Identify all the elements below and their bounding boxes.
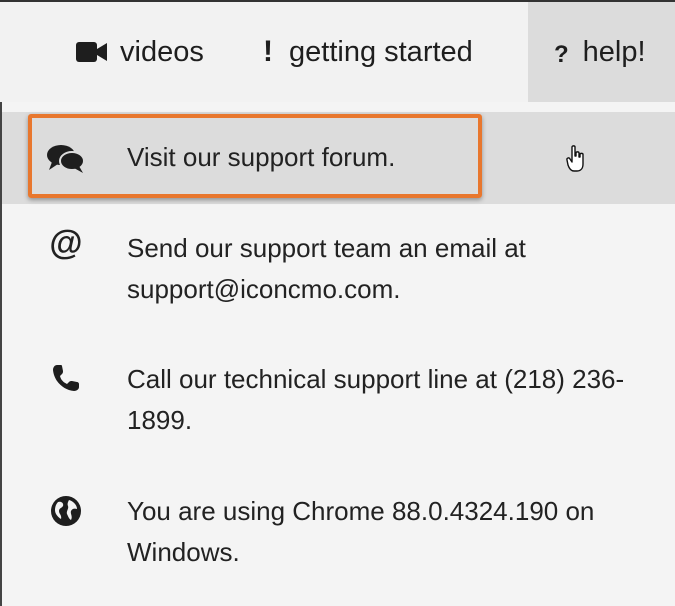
menu-item-email-support[interactable]: @ Send our support team an email at supp… [2, 222, 675, 332]
chat-bubbles-icon [46, 144, 86, 174]
hand-cursor-icon [566, 145, 586, 178]
question-icon: ? [554, 41, 569, 68]
nav-videos[interactable]: videos [76, 2, 204, 102]
top-navigation-bar: videos ! getting started ? help! [0, 0, 675, 102]
nav-help-label: help! [582, 35, 646, 68]
menu-item-call-support[interactable]: Call our technical support line at (218)… [2, 357, 675, 457]
menu-item-label: Send our support team an email at suppor… [127, 233, 526, 304]
menu-item-browser-info: You are using Chrome 88.0.4324.190 on Wi… [2, 487, 675, 587]
menu-item-label: Call our technical support line at (218)… [127, 364, 625, 435]
globe-icon [46, 495, 86, 527]
nav-help[interactable]: ? help! [528, 2, 675, 102]
nav-videos-label: videos [120, 35, 204, 68]
menu-item-label: You are using Chrome 88.0.4324.190 on Wi… [127, 496, 595, 567]
nav-getting-started[interactable]: ! getting started [263, 2, 473, 102]
at-sign-icon: @ [49, 224, 83, 262]
phone-icon [46, 363, 86, 393]
video-camera-icon [76, 41, 108, 63]
nav-getting-started-label: getting started [289, 35, 473, 68]
exclamation-icon: ! [263, 35, 273, 68]
